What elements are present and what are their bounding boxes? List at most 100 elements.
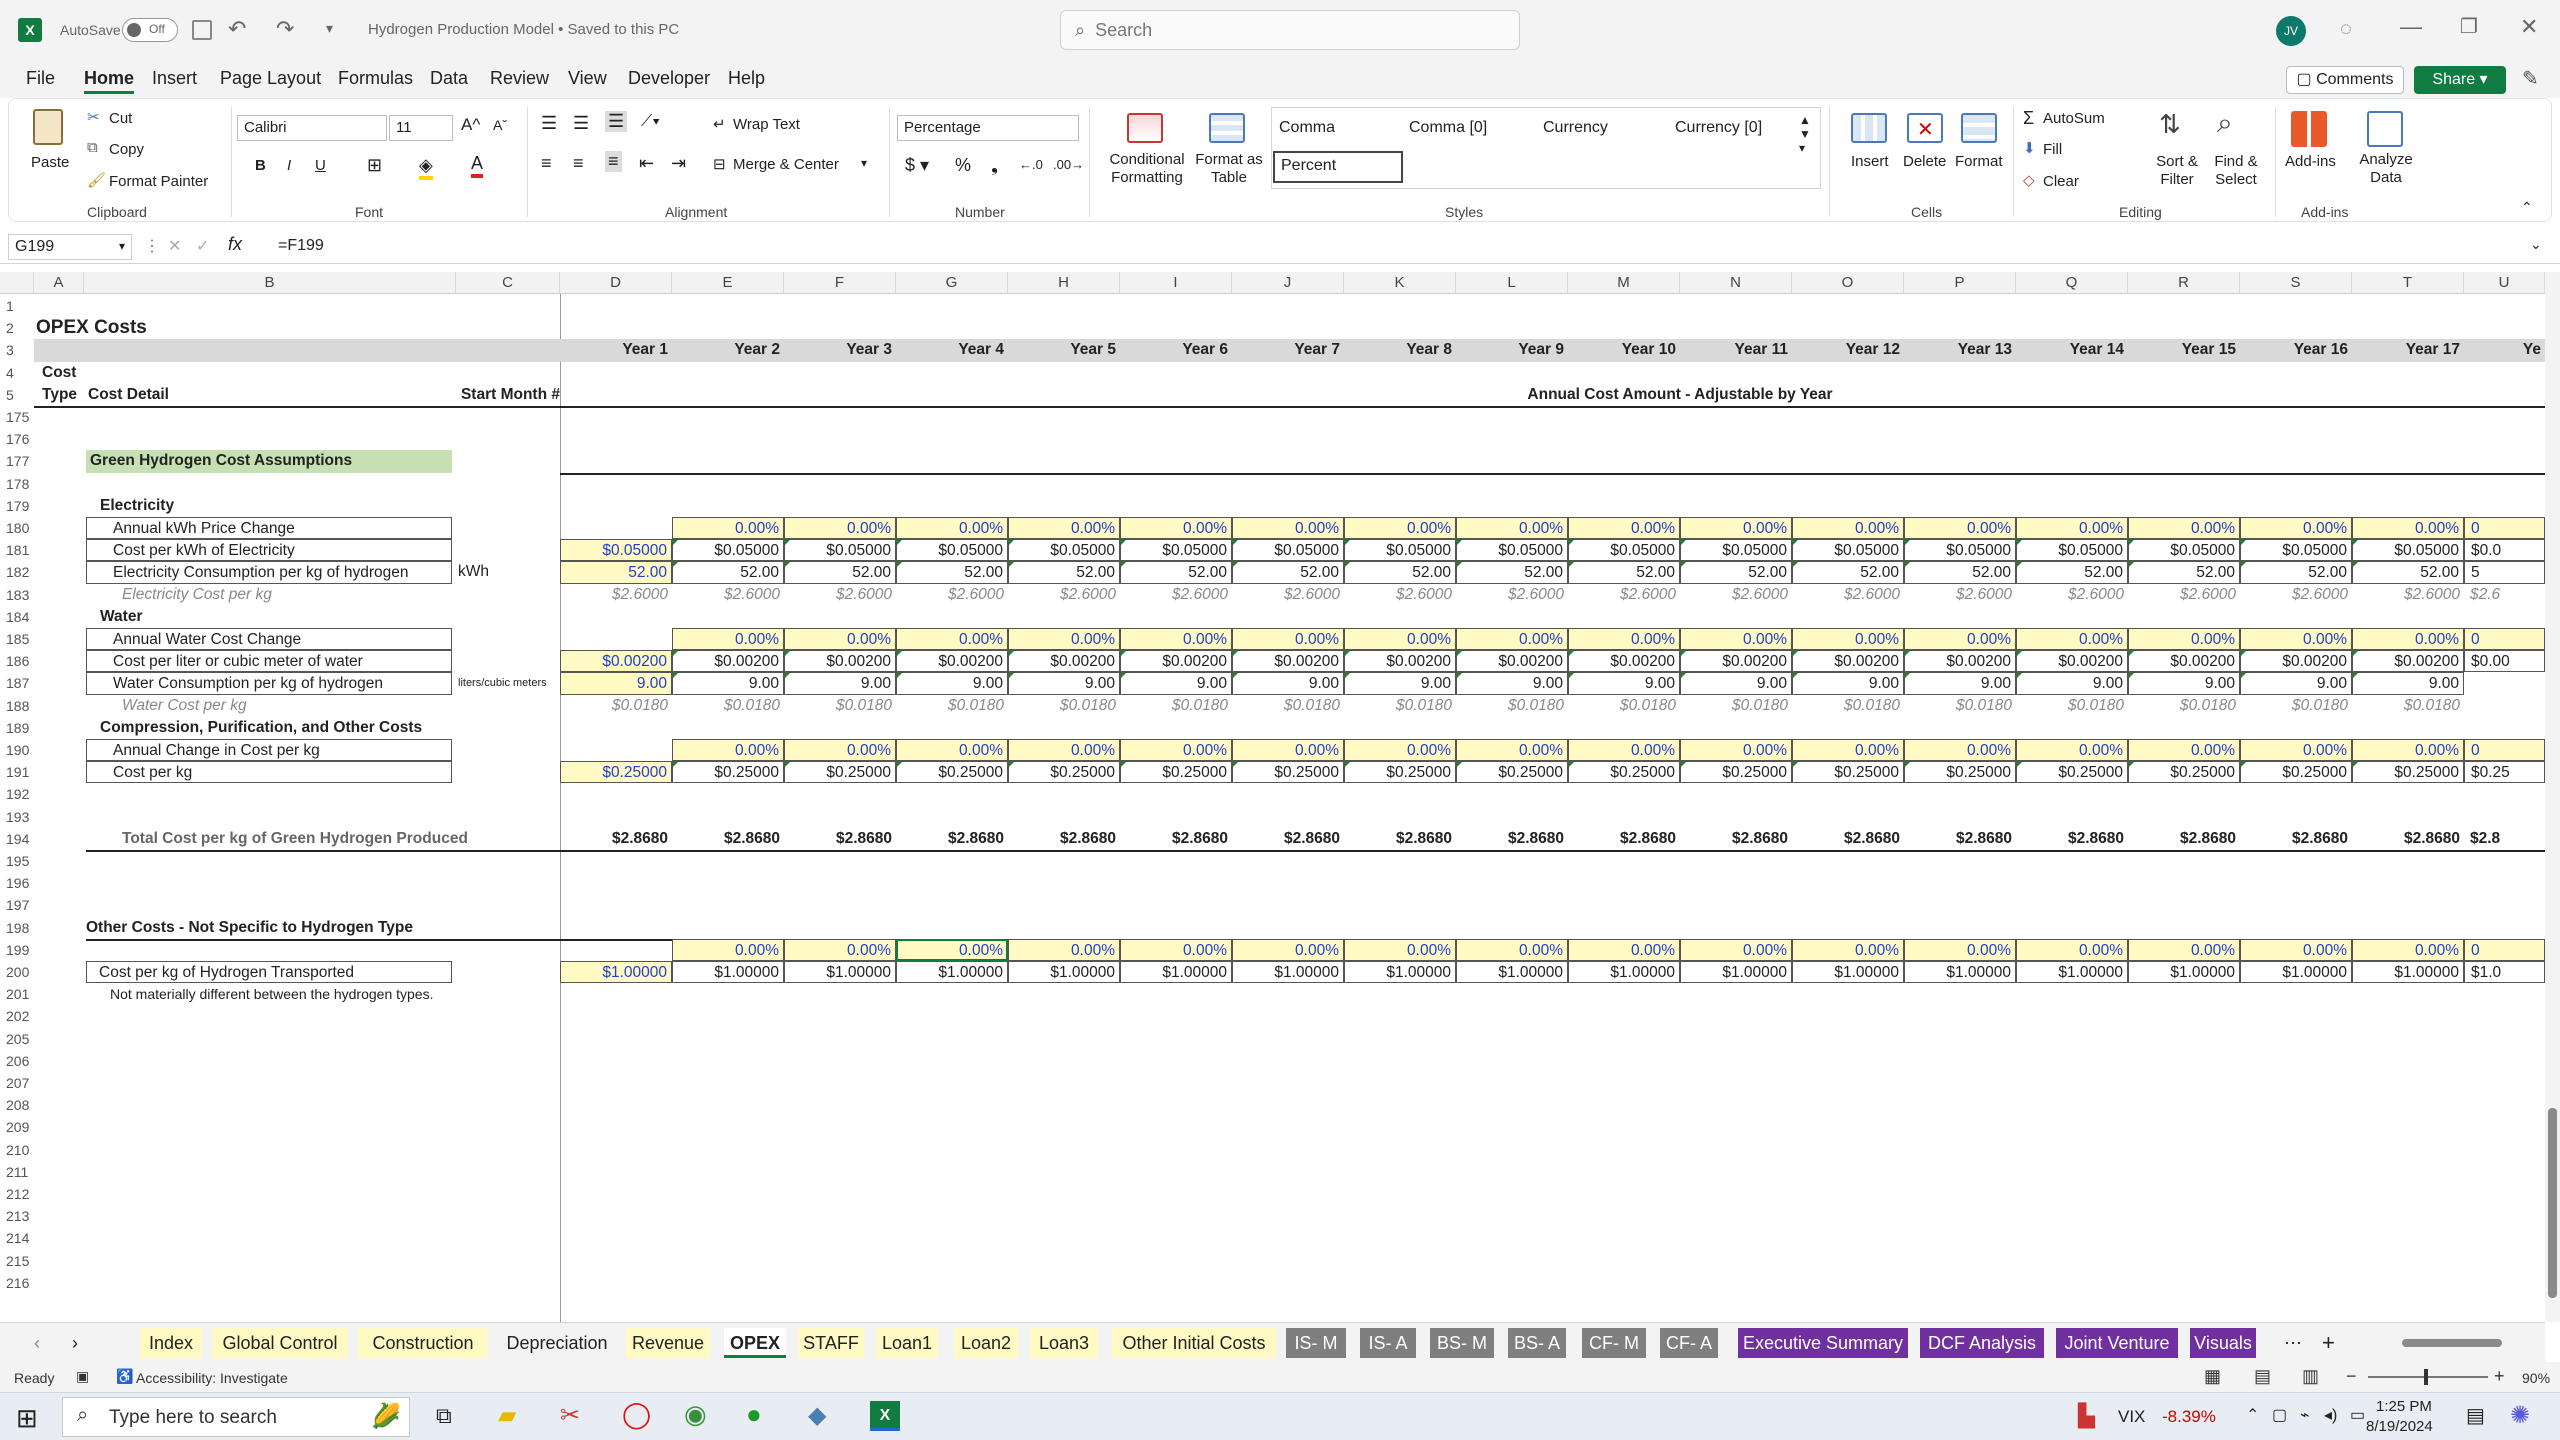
row-header[interactable]: 212 (0, 1183, 32, 1206)
row-header[interactable]: 187 (0, 672, 32, 695)
kwh-cost-cell[interactable]: $0.05000 (1568, 539, 1680, 562)
name-box[interactable]: G199 ▾ (8, 234, 132, 260)
column-header[interactable]: E (672, 272, 784, 294)
insert-cells-button[interactable]: Insert (1851, 153, 1889, 170)
total-cost-cell[interactable]: $2.8680 (784, 828, 896, 850)
pct-cell[interactable]: 0.00% (1568, 938, 1680, 961)
water-cost-cell[interactable]: $0.00200 (1232, 650, 1344, 673)
comments-button[interactable]: ▢ Comments (2286, 66, 2404, 94)
row-header[interactable]: 184 (0, 605, 32, 628)
tray-network-icon[interactable]: ⌁ (2300, 1405, 2310, 1425)
water-cost-cell[interactable]: $0.00200 (784, 650, 896, 673)
cost-per-kg-cell[interactable]: $0.25000 (1680, 761, 1792, 784)
header-cost-detail[interactable]: Cost Detail (88, 384, 288, 406)
kwh-cost-cell[interactable]: $0.05000 (1120, 539, 1232, 562)
menu-file[interactable]: File (26, 68, 55, 89)
water-cost-per-kg-cell[interactable]: $0.0180 (1792, 695, 1904, 717)
pct-cell[interactable]: 0.00% (1680, 739, 1792, 762)
row-header[interactable]: 198 (0, 916, 32, 939)
menu-review[interactable]: Review (490, 68, 549, 89)
row-header[interactable]: 199 (0, 938, 32, 961)
cost-per-kg-cell[interactable]: $0.25000 (896, 761, 1008, 784)
cost-per-kg-cell[interactable]: $0.25000 (1120, 761, 1232, 784)
year-header[interactable]: Year 12 (1792, 339, 1904, 361)
year-header[interactable]: Year 2 (672, 339, 784, 361)
water-cost-cell[interactable]: $0.00200 (1456, 650, 1568, 673)
header-annual-cost[interactable]: Annual Cost Amount - Adjustable by Year (1300, 384, 2060, 406)
pct-cell[interactable]: 0.00% (2352, 739, 2464, 762)
water-cost-cell[interactable]: $0.00200 (1792, 650, 1904, 673)
column-header[interactable]: M (1568, 272, 1680, 294)
water-consumption-cell[interactable]: 9.00 (896, 672, 1008, 695)
water-cost-per-kg-cell[interactable]: $0.0180 (2128, 695, 2240, 717)
pct-cell[interactable]: 0.00% (1456, 628, 1568, 651)
cost-per-kg-cell[interactable]: $0.25000 (2128, 761, 2240, 784)
tray-chevron-icon[interactable]: ⌃ (2246, 1405, 2259, 1425)
total-cost-cell[interactable]: $2.8680 (896, 828, 1008, 850)
unit-kwh[interactable]: kWh (458, 561, 558, 583)
row-header[interactable]: 207 (0, 1072, 32, 1095)
sheet-tab[interactable]: CF- M (1582, 1328, 1646, 1358)
cost-per-kg-cell[interactable]: $0.25000 (1904, 761, 2016, 784)
water-cost-cell[interactable]: $0.00200 (1568, 650, 1680, 673)
tab-more-icon[interactable]: ⋯ (2272, 1328, 2314, 1358)
total-cost-cell[interactable]: $2.8680 (1792, 828, 1904, 850)
tray-app-icon[interactable]: ▢ (2272, 1405, 2287, 1425)
pct-cell[interactable]: 0.00% (1456, 739, 1568, 762)
pct-cell[interactable]: 0.00% (2128, 517, 2240, 540)
coauthor-icon[interactable]: ✎ (2522, 66, 2539, 91)
water-consumption-cell[interactable]: 9.00 (1904, 672, 2016, 695)
pct-cell[interactable]: 0.00% (1120, 628, 1232, 651)
total-cost-cell[interactable]: $2.8680 (1120, 828, 1232, 850)
number-format-select[interactable]: Percentage (897, 115, 1079, 141)
row-header[interactable]: 3 (0, 339, 32, 362)
menu-data[interactable]: Data (430, 68, 468, 89)
water-consumption-cell[interactable]: 9.00 (2016, 672, 2128, 695)
pct-cell[interactable]: 0 (2464, 938, 2545, 961)
electricity-cost-cell[interactable]: $2.6000 (1792, 584, 1904, 606)
minimize-icon[interactable]: — (2400, 14, 2422, 40)
pct-cell[interactable]: 0.00% (1568, 628, 1680, 651)
format-cells-button[interactable]: Format (1955, 153, 2003, 170)
water-cost-cell[interactable]: $0.00200 (672, 650, 784, 673)
expand-formula-icon[interactable]: ⌄ (2530, 236, 2542, 253)
ticker-name[interactable]: VIX (2118, 1407, 2145, 1427)
column-header[interactable]: C (456, 272, 560, 294)
pct-cell[interactable]: 0.00% (2016, 938, 2128, 961)
style-percent[interactable]: Percent (1273, 151, 1403, 183)
cost-per-kg-cell[interactable]: $0.25000 (1568, 761, 1680, 784)
menu-help[interactable]: Help (728, 68, 765, 89)
pct-cell[interactable]: 0.00% (784, 938, 896, 961)
consumption-cell[interactable]: 52.00 (1344, 561, 1456, 584)
consumption-cell[interactable]: 52.00 (560, 561, 672, 584)
pct-cell[interactable]: 0.00% (1904, 517, 2016, 540)
label-cost-per-kg[interactable]: Cost per kg (86, 761, 452, 784)
currency-format-icon[interactable]: $ ▾ (905, 155, 929, 176)
sheet-tab[interactable]: Global Control (212, 1328, 348, 1358)
page-break-view-icon[interactable]: ▥ (2302, 1366, 2319, 1387)
total-cost-cell[interactable]: $2.8680 (1008, 828, 1120, 850)
chrome-icon[interactable]: ◉ (684, 1399, 707, 1430)
year-header[interactable]: Year 8 (1344, 339, 1456, 361)
undo-icon[interactable]: ↶ (228, 16, 246, 42)
menu-page-layout[interactable]: Page Layout (220, 68, 321, 89)
row-header[interactable]: 180 (0, 517, 32, 540)
water-cost-cell[interactable]: $0.00200 (560, 650, 672, 673)
consumption-cell[interactable]: 52.00 (784, 561, 896, 584)
percent-format-icon[interactable]: % (955, 155, 971, 176)
consumption-cell[interactable]: 5 (2464, 561, 2545, 584)
pct-cell[interactable]: 0.00% (2240, 628, 2352, 651)
fill-color-icon[interactable]: ◈ (419, 155, 433, 180)
font-size-select[interactable]: 11 (389, 115, 453, 141)
format-as-table-button[interactable]: Format as Table (1191, 151, 1267, 187)
water-cost-per-kg-cell[interactable]: $0.0180 (2016, 695, 2128, 717)
transport-cost-cell[interactable]: $1.00000 (2128, 961, 2240, 984)
water-consumption-cell[interactable]: 9.00 (1344, 672, 1456, 695)
water-cost-per-kg-cell[interactable]: $0.0180 (1120, 695, 1232, 717)
tray-volume-icon[interactable]: ◂) (2324, 1405, 2337, 1425)
consumption-cell[interactable]: 52.00 (1792, 561, 1904, 584)
row-header[interactable]: 176 (0, 428, 32, 451)
total-cost-cell[interactable]: $2.8680 (2016, 828, 2128, 850)
app-icon[interactable]: ◆ (808, 1401, 826, 1430)
sheet-tab[interactable]: OPEX (724, 1328, 786, 1358)
